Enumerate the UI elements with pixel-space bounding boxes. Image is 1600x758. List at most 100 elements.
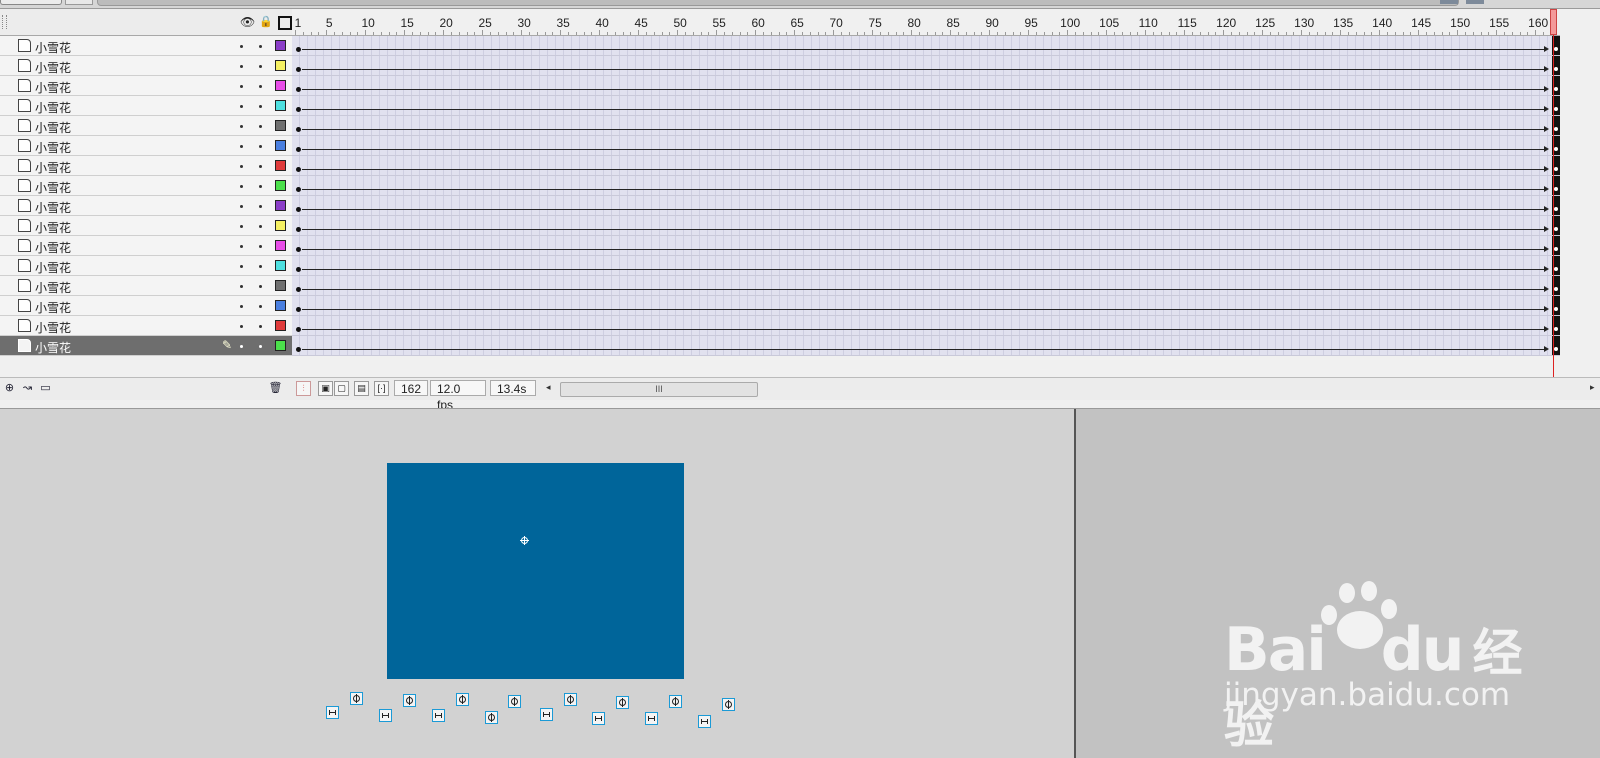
snowflake-instance[interactable] bbox=[645, 712, 658, 725]
start-keyframe[interactable] bbox=[296, 127, 301, 132]
outline-color-swatch[interactable] bbox=[275, 180, 286, 191]
outline-color-swatch[interactable] bbox=[275, 340, 286, 351]
outline-color-swatch[interactable] bbox=[275, 40, 286, 51]
visibility-toggle[interactable] bbox=[240, 205, 243, 208]
layer-row[interactable]: 小雪花 bbox=[0, 236, 296, 256]
playhead[interactable] bbox=[1550, 9, 1557, 35]
outline-color-swatch[interactable] bbox=[275, 100, 286, 111]
snowflake-instance[interactable] bbox=[485, 711, 498, 724]
snowflake-instance[interactable] bbox=[669, 695, 682, 708]
lock-icon[interactable]: 🔒 bbox=[259, 15, 273, 29]
snowflake-instance[interactable] bbox=[592, 712, 605, 725]
snowflake-instance[interactable] bbox=[432, 709, 445, 722]
lock-toggle[interactable] bbox=[259, 85, 262, 88]
layer-name[interactable]: 小雪花 bbox=[35, 59, 71, 76]
layer-row[interactable]: 小雪花 bbox=[0, 156, 296, 176]
frame-row[interactable] bbox=[292, 336, 1560, 356]
layer-row[interactable]: 小雪花 bbox=[0, 316, 296, 336]
snowflake-instance[interactable] bbox=[326, 706, 339, 719]
snowflake-instance[interactable] bbox=[616, 696, 629, 709]
start-keyframe[interactable] bbox=[296, 47, 301, 52]
layer-row[interactable]: 小雪花 bbox=[0, 136, 296, 156]
outline-color-swatch[interactable] bbox=[275, 320, 286, 331]
layer-row[interactable]: 小雪花 bbox=[0, 296, 296, 316]
lock-toggle[interactable] bbox=[259, 325, 262, 328]
visibility-toggle[interactable] bbox=[240, 285, 243, 288]
layer-row[interactable]: 小雪花 ✎ bbox=[0, 336, 296, 356]
visibility-toggle[interactable] bbox=[240, 345, 243, 348]
edit-scene-icon[interactable] bbox=[1440, 0, 1458, 4]
panel-grip[interactable] bbox=[2, 15, 7, 29]
start-keyframe[interactable] bbox=[296, 347, 301, 352]
outline-color-swatch[interactable] bbox=[275, 240, 286, 251]
layer-name[interactable]: 小雪花 bbox=[35, 319, 71, 336]
visibility-toggle[interactable] bbox=[240, 125, 243, 128]
add-motion-guide-icon[interactable]: ↝ bbox=[20, 381, 35, 396]
frame-row[interactable] bbox=[292, 256, 1560, 276]
lock-toggle[interactable] bbox=[259, 65, 262, 68]
frame-row[interactable] bbox=[292, 56, 1560, 76]
lock-toggle[interactable] bbox=[259, 205, 262, 208]
outline-color-swatch[interactable] bbox=[275, 260, 286, 271]
outline-color-swatch[interactable] bbox=[275, 280, 286, 291]
visibility-toggle[interactable] bbox=[240, 165, 243, 168]
layer-row[interactable]: 小雪花 bbox=[0, 56, 296, 76]
frame-row[interactable] bbox=[292, 116, 1560, 136]
visibility-toggle[interactable] bbox=[240, 85, 243, 88]
scene-tab[interactable] bbox=[0, 0, 62, 5]
lock-toggle[interactable] bbox=[259, 185, 262, 188]
layer-name[interactable]: 小雪花 bbox=[35, 199, 71, 216]
lock-toggle[interactable] bbox=[259, 165, 262, 168]
edit-symbol-icon[interactable] bbox=[1466, 0, 1484, 4]
layer-row[interactable]: 小雪花 bbox=[0, 76, 296, 96]
layer-row[interactable]: 小雪花 bbox=[0, 256, 296, 276]
edit-multiple-frames-icon[interactable]: ▤ bbox=[354, 381, 369, 396]
lock-toggle[interactable] bbox=[259, 245, 262, 248]
frame-row[interactable] bbox=[292, 176, 1560, 196]
snowflake-instance[interactable] bbox=[403, 694, 416, 707]
frame-rate-field[interactable]: 12.0 fps bbox=[430, 380, 486, 412]
frame-row[interactable] bbox=[292, 196, 1560, 216]
frame-row[interactable] bbox=[292, 296, 1560, 316]
lock-toggle[interactable] bbox=[259, 145, 262, 148]
lock-toggle[interactable] bbox=[259, 265, 262, 268]
visibility-toggle[interactable] bbox=[240, 145, 243, 148]
lock-toggle[interactable] bbox=[259, 285, 262, 288]
visibility-toggle[interactable] bbox=[240, 245, 243, 248]
lock-toggle[interactable] bbox=[259, 305, 262, 308]
snowflake-instance[interactable] bbox=[379, 709, 392, 722]
lock-toggle[interactable] bbox=[259, 45, 262, 48]
frame-row[interactable] bbox=[292, 96, 1560, 116]
snowflake-instance[interactable] bbox=[564, 693, 577, 706]
layer-row[interactable]: 小雪花 bbox=[0, 96, 296, 116]
frame-row[interactable] bbox=[292, 236, 1560, 256]
eye-icon[interactable]: 👁 bbox=[240, 15, 255, 29]
layer-name[interactable]: 小雪花 bbox=[35, 259, 71, 276]
start-keyframe[interactable] bbox=[296, 87, 301, 92]
outline-color-swatch[interactable] bbox=[275, 200, 286, 211]
snowflake-instance[interactable] bbox=[350, 692, 363, 705]
layer-name[interactable]: 小雪花 bbox=[35, 159, 71, 176]
stage-canvas[interactable] bbox=[387, 463, 684, 679]
frame-grid[interactable]: 1 5 10 15 20 25 30 35 40 45 50 55 60 65 70 75 80 85 90 95 10… bbox=[292, 9, 1600, 377]
outline-color-swatch[interactable] bbox=[275, 140, 286, 151]
snowflake-instance[interactable] bbox=[698, 715, 711, 728]
layer-name[interactable]: 小雪花 bbox=[35, 179, 71, 196]
frame-row[interactable] bbox=[292, 36, 1560, 56]
frame-row[interactable] bbox=[292, 316, 1560, 336]
snowflake-instance[interactable] bbox=[722, 698, 735, 711]
layer-name[interactable]: 小雪花 bbox=[35, 279, 71, 296]
lock-toggle[interactable] bbox=[259, 345, 262, 348]
onion-skin-icon[interactable]: ▣ bbox=[318, 381, 333, 396]
frame-row[interactable] bbox=[292, 156, 1560, 176]
layer-name[interactable]: 小雪花 bbox=[35, 39, 71, 56]
outline-color-swatch[interactable] bbox=[275, 160, 286, 171]
start-keyframe[interactable] bbox=[296, 167, 301, 172]
outline-icon[interactable] bbox=[278, 16, 292, 30]
layer-row[interactable]: 小雪花 bbox=[0, 176, 296, 196]
outline-color-swatch[interactable] bbox=[275, 300, 286, 311]
start-keyframe[interactable] bbox=[296, 107, 301, 112]
layer-row[interactable]: 小雪花 bbox=[0, 276, 296, 296]
outline-color-swatch[interactable] bbox=[275, 60, 286, 71]
layer-name[interactable]: 小雪花 bbox=[35, 239, 71, 256]
